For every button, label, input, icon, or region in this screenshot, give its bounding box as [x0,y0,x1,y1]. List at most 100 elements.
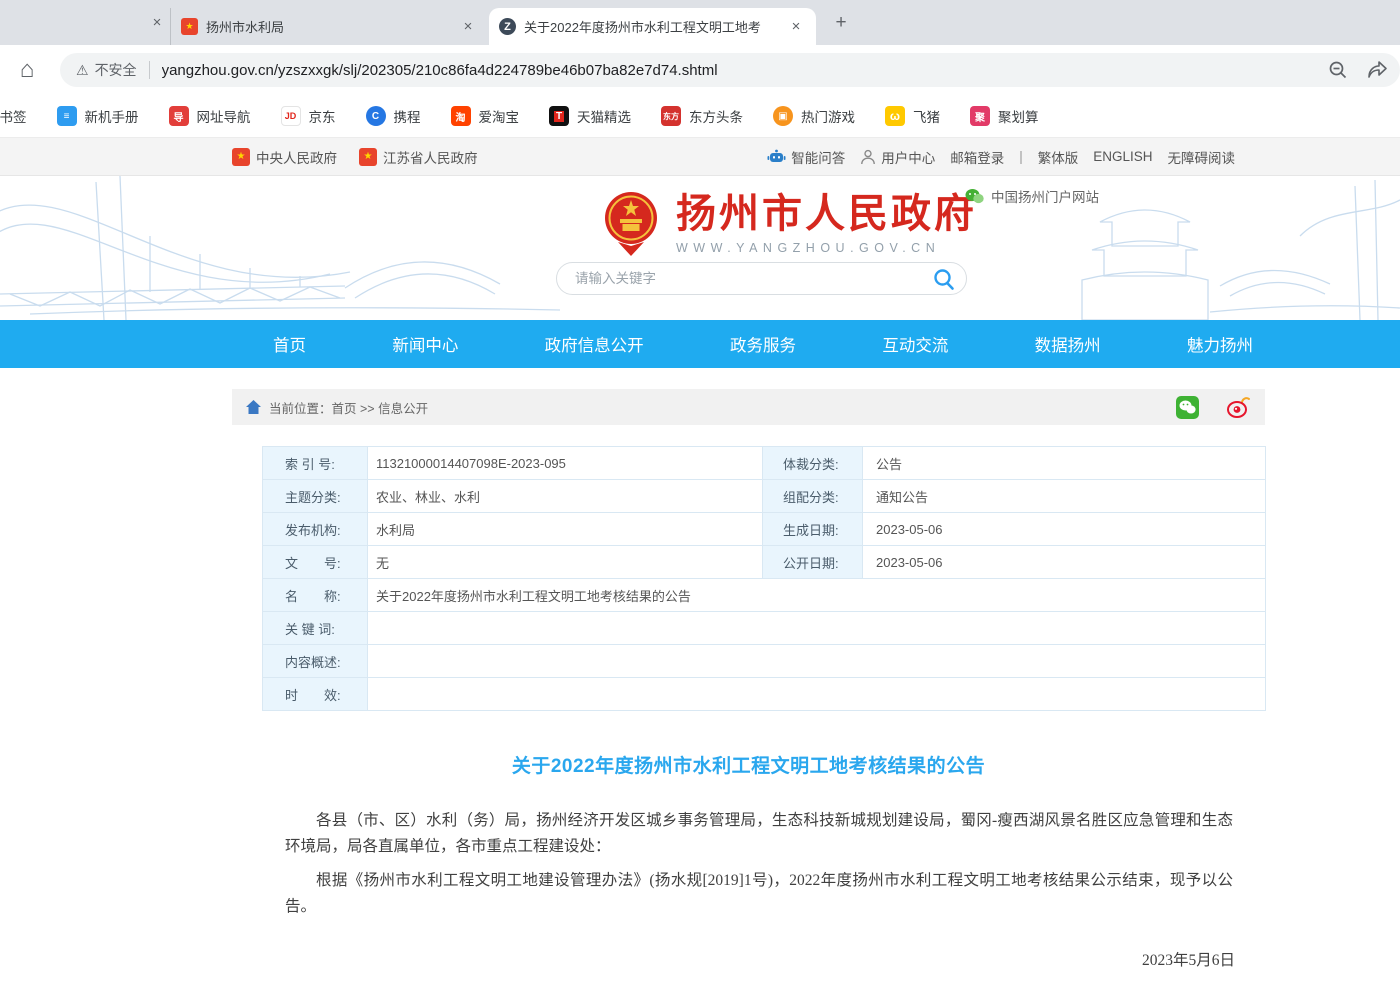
bookmark-label: 聚划算 [998,106,1039,126]
traditional-chinese-link[interactable]: 繁体版 [1038,147,1079,167]
bookmark-new-phone-manual[interactable]: ≡ 新机手册 [57,106,139,126]
nav-item-home[interactable]: 首页 [273,332,306,356]
bookmark-label: 爱淘宝 [479,106,520,126]
meta-value [368,612,1266,645]
weibo-share-icon[interactable] [1227,396,1251,418]
gov-utility-bar: 中央人民政府 江苏省人民政府 智能问答 用户中心 邮箱登录 | 繁体版 ENGL… [0,137,1400,176]
meta-label: 发布机构: [263,513,368,546]
meta-value [368,678,1266,711]
meta-value [368,645,1266,678]
article-paragraph: 各县（市、区）水利（务）局，扬州经济开发区城乡事务管理局，生态科技新城规划建设局… [285,808,1233,860]
security-label[interactable]: 不安全 [95,60,137,80]
user-center-link[interactable]: 用户中心 [860,147,935,167]
gov-utilities: 智能问答 用户中心 邮箱登录 | 繁体版 ENGLISH 无障碍阅读 [767,147,1235,167]
meta-value: 通知公告 [863,480,1266,513]
portal-badge[interactable]: 中国扬州门户网站 [965,186,1099,206]
bookmark-feizhu[interactable]: ω 飞猪 [885,106,940,126]
search-icon[interactable] [932,267,956,291]
meta-label: 生成日期: [763,513,863,546]
table-row: 发布机构: 水利局 生成日期: 2023-05-06 [263,513,1266,546]
bookmark-label: 热门游戏 [801,106,855,126]
bookmark-label: 东方头条 [689,106,743,126]
bookmark-juhuasuan[interactable]: 聚 聚划算 [970,106,1039,126]
url-field[interactable]: ⚠ 不安全 yangzhou.gov.cn/yzszxxgk/slj/20230… [60,53,1400,87]
bookmark-aitaobao[interactable]: 淘 爱淘宝 [451,106,520,126]
link-jiangsu-government[interactable]: 江苏省人民政府 [359,147,478,167]
utility-label: 用户中心 [881,147,935,167]
nav-item-info-disclosure[interactable]: 政府信息公开 [545,332,644,356]
bookmark-ctrip[interactable]: C 携程 [366,106,421,126]
article-body: 各县（市、区）水利（务）局，扬州经济开发区城乡事务管理局，生态科技新城规划建设局… [285,808,1233,920]
meta-label: 内容概述: [263,645,368,678]
article-date: 2023年5月6日 [232,948,1235,970]
bookmark-label: 机书签 [0,106,27,126]
bookmark-label: 飞猪 [913,106,940,126]
table-row: 主题分类: 农业、林业、水利 组配分类: 通知公告 [263,480,1266,513]
tab-yangzhou-water-bureau[interactable]: 扬州市水利局 × [170,8,488,45]
meta-label: 文 号: [263,546,368,579]
toutiao-icon: 东方 [661,106,681,126]
tab-announcement-active[interactable]: Z 关于2022年度扬州市水利工程文明工地考 × [489,8,816,45]
table-row: 索 引 号: 11321000014407098E-2023-095 体裁分类:… [263,447,1266,480]
bookmark-jd[interactable]: JD 京东 [281,106,336,126]
mail-login-link[interactable]: 邮箱登录 [950,147,1004,167]
gov-emblem-icon [359,148,377,166]
bookmark-label: 网址导航 [197,106,251,126]
juhuasuan-icon: 聚 [970,106,990,126]
meta-label: 体裁分类: [763,447,863,480]
search-input[interactable] [575,271,932,286]
tab-title: 扬州市水利局 [206,17,450,36]
gov-emblem-icon [232,148,250,166]
meta-value: 农业、林业、水利 [368,480,763,513]
breadcrumb-home-link[interactable]: 首页 [332,402,357,416]
share-icon[interactable] [1366,60,1388,80]
bookmark-hot-games[interactable]: ▣ 热门游戏 [773,106,855,126]
zoom-out-icon[interactable] [1328,60,1348,80]
meta-label: 时 效: [263,678,368,711]
close-tab-icon[interactable]: × [786,17,806,37]
english-link[interactable]: ENGLISH [1093,149,1152,164]
breadcrumb-text: 当前位置：首页 >> 信息公开 [269,398,428,417]
banner-art-pagoda [1070,176,1400,320]
bookmark-dongfang-toutiao[interactable]: 东方 东方头条 [661,106,743,126]
nav-item-data-yangzhou[interactable]: 数据扬州 [1035,332,1101,356]
meta-value: 2023-05-06 [863,513,1266,546]
table-row: 关 键 词: [263,612,1266,645]
address-bar: ⌂ ⚠ 不安全 yangzhou.gov.cn/yzszxxgk/slj/202… [0,45,1400,95]
home-icon[interactable]: ⌂ [10,56,44,84]
meta-value: 无 [368,546,763,579]
utility-divider: | [1019,149,1023,164]
breadcrumb-current-link[interactable]: 信息公开 [378,402,428,416]
meta-value: 11321000014407098E-2023-095 [368,447,763,480]
meta-value: 关于2022年度扬州市水利工程文明工地考核结果的公告 [368,579,1266,612]
link-central-government[interactable]: 中央人民政府 [232,147,337,167]
bookmark-label: 天猫精选 [577,106,631,126]
nav-item-interaction[interactable]: 互动交流 [882,332,948,356]
new-tab-button[interactable]: + [828,10,854,36]
meta-label: 组配分类: [763,480,863,513]
portal-label: 中国扬州门户网站 [991,186,1099,206]
meta-label: 关 键 词: [263,612,368,645]
bookmark-site-navigation[interactable]: 导 网址导航 [169,106,251,126]
close-tab-icon[interactable]: × [458,17,478,37]
browser-window: × 扬州市水利局 × Z 关于2022年度扬州市水利工程文明工地考 × + ⌂ … [0,0,1400,997]
article-paragraph: 根据《扬州市水利工程文明工地建设管理办法》(扬水规[2019]1号)，2022年… [285,868,1233,920]
utility-label: 智能问答 [791,147,845,167]
breadcrumb: 当前位置：首页 >> 信息公开 [232,389,1265,425]
link-label: 江苏省人民政府 [383,147,478,167]
bookmark-tmall[interactable]: T 天猫精选 [549,106,631,126]
wechat-share-icon[interactable] [1176,396,1199,419]
site-logo-block[interactable]: 扬州市人民政府 WWW.YANGZHOU.GOV.CN [600,190,977,256]
site-name: 扬州市人民政府 [676,192,977,236]
accessibility-link[interactable]: 无障碍阅读 [1168,147,1236,167]
security-warning-icon: ⚠ [76,62,89,79]
meta-label: 主题分类: [263,480,368,513]
nav-item-services[interactable]: 政务服务 [730,332,796,356]
nav-item-news[interactable]: 新闻中心 [392,332,458,356]
nav-item-charm-yangzhou[interactable]: 魅力扬州 [1187,332,1253,356]
url-text[interactable]: yangzhou.gov.cn/yzszxxgk/slj/202305/210c… [162,62,1310,79]
site-search[interactable] [556,262,967,295]
close-tab-icon[interactable]: × [147,12,167,32]
smart-qa-link[interactable]: 智能问答 [767,147,845,167]
bookmark-phone-bookmarks[interactable]: 机书签 [0,106,27,126]
